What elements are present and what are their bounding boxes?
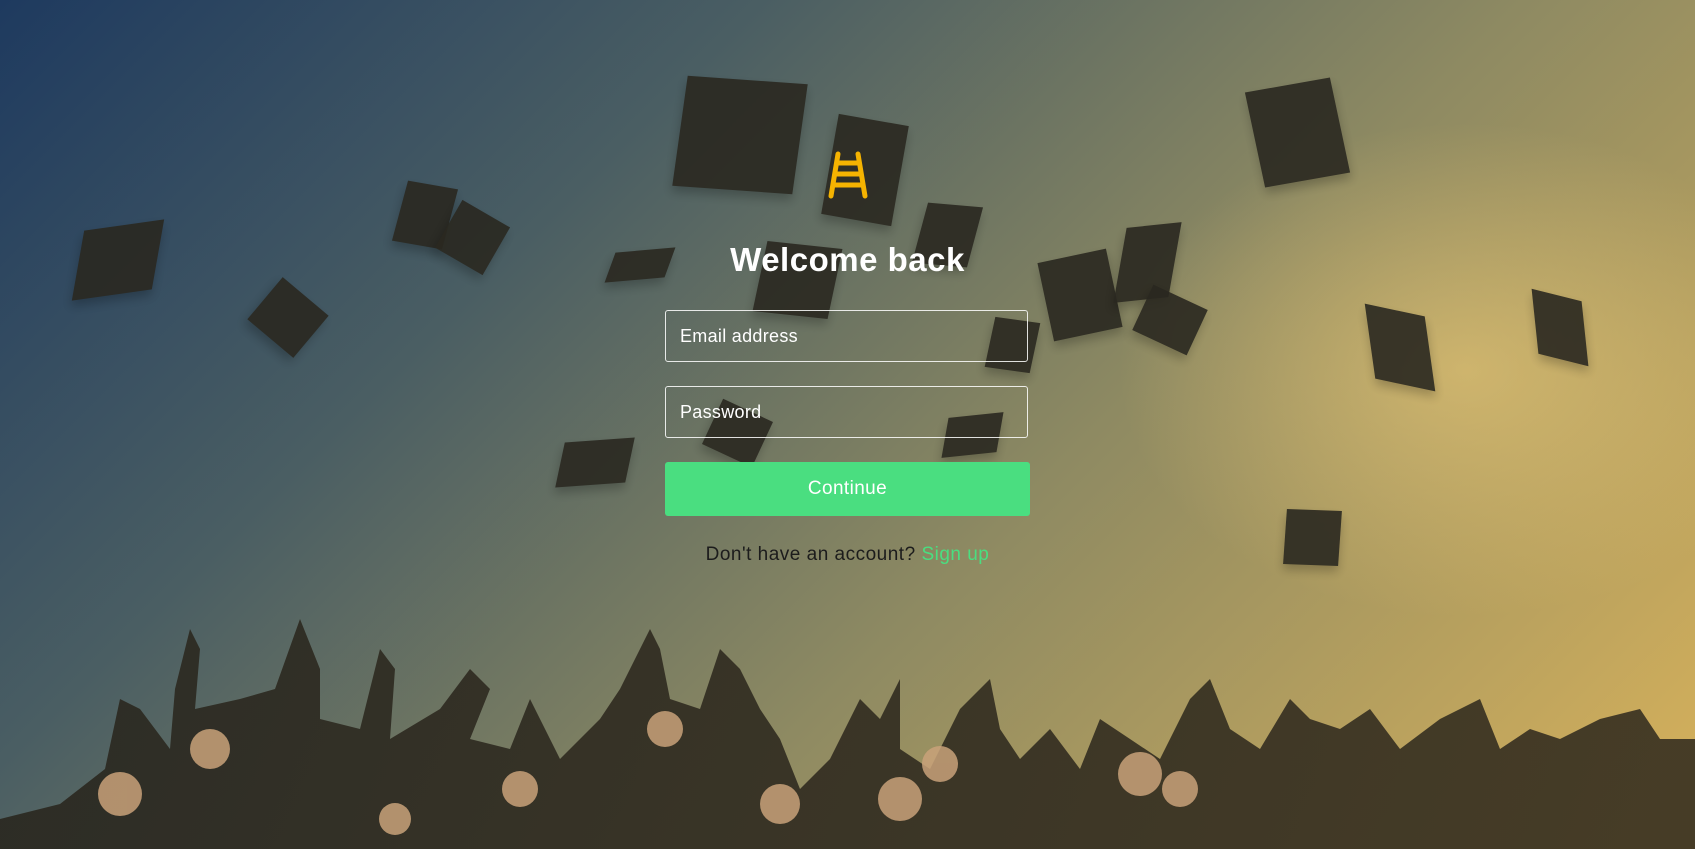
login-panel: Welcome back Continue Don't have an acco… — [665, 150, 1030, 566]
graduation-cap-icon — [1364, 303, 1436, 392]
continue-button[interactable]: Continue — [665, 462, 1030, 516]
signup-prompt: Don't have an account? — [705, 544, 916, 565]
graduation-cap-icon — [555, 437, 635, 488]
graduation-cap-icon — [1283, 509, 1342, 566]
password-input[interactable] — [666, 387, 1027, 437]
page-title: Welcome back — [730, 241, 965, 278]
graduation-cap-icon — [247, 277, 329, 358]
graduation-cap-icon — [71, 219, 165, 301]
email-field-box — [665, 310, 1028, 362]
signup-prompt-line: Don't have an account? Sign up — [665, 544, 1030, 566]
email-input[interactable] — [666, 311, 1027, 361]
ladder-icon — [828, 151, 867, 199]
graduation-cap-icon — [1244, 77, 1351, 188]
signup-link[interactable]: Sign up — [921, 544, 989, 565]
crowd-of-graduates — [0, 589, 1695, 849]
graduation-cap-icon — [1037, 248, 1123, 342]
password-field-box — [665, 386, 1028, 438]
